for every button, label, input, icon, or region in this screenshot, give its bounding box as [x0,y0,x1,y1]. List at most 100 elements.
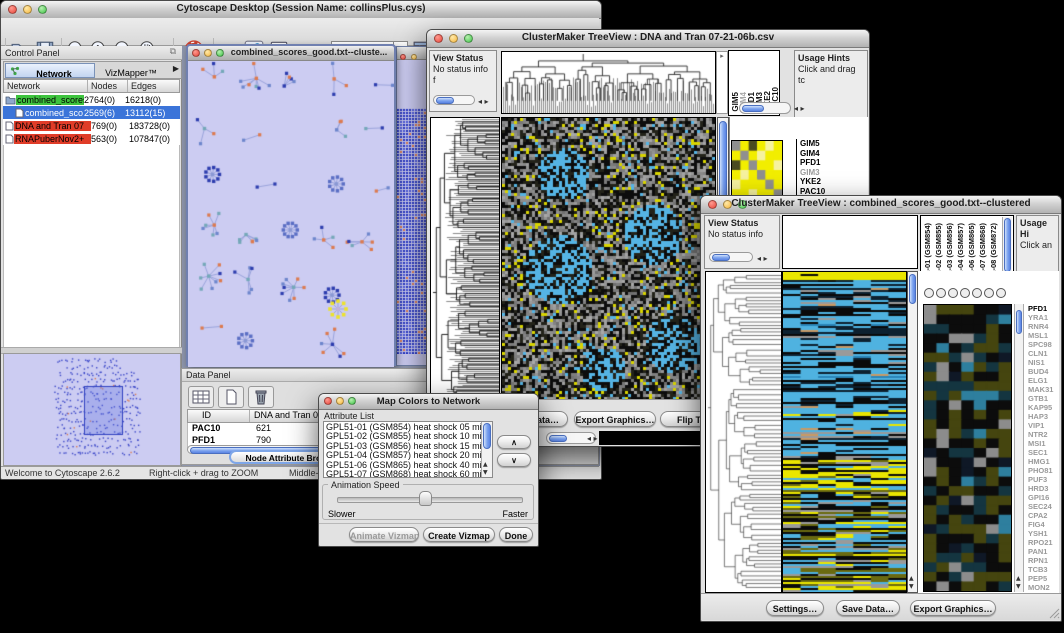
tv2-heatmap-v-scrollbar[interactable]: ▲ ▼ [907,271,918,593]
gene-label[interactable]: ELG1 [1028,376,1058,385]
gene-label[interactable]: KAP95 [1028,403,1058,412]
attribute-list-scrollbar[interactable]: ▲ ▼ [481,422,492,477]
gene-label[interactable]: CPA2 [1028,511,1058,520]
speed-slider-thumb[interactable] [419,491,432,506]
gene-label[interactable]: YSH1 [1028,529,1058,538]
network-view-title-bar[interactable]: combined_scores_good.txt--cluste... [188,46,394,61]
resize-grip[interactable] [1048,607,1060,619]
gene-label[interactable]: GTB1 [1028,394,1058,403]
scroll-up-arrow[interactable]: ▲ [483,461,488,468]
gene-label[interactable]: BUD4 [1028,367,1058,376]
scroll-arrows[interactable]: ◂ ▸ [757,254,768,263]
row-dendrogram-canvas[interactable] [706,272,781,592]
heatmap-canvas[interactable] [783,272,906,592]
column-toggle-icon[interactable] [924,288,934,298]
scroll-arrows[interactable]: ◂ ▸ [794,104,805,113]
column-toggle-icon[interactable] [972,288,982,298]
scroll-up-arrow[interactable]: ▲ [909,575,914,582]
float-panel-icon[interactable]: ⧉ [170,47,176,57]
done-button[interactable]: Done [499,527,533,542]
row-dendrogram-canvas[interactable] [431,118,499,399]
scroll-up-arrow[interactable]: ▲ [1016,575,1021,582]
export-graphics-button[interactable]: Export Graphics… [910,600,996,616]
gene-label[interactable]: RPO21 [1028,538,1058,547]
export-graphics-button[interactable]: Export Graphics… [574,411,656,427]
tv1-global-view-panel[interactable] [599,431,703,445]
dialog-title-bar[interactable]: Map Colors to Network [319,394,538,410]
tab-overflow-arrow[interactable]: ▶ [173,64,179,73]
column-toggle-icon[interactable] [984,288,994,298]
zoom-heatmap-canvas[interactable] [924,305,1011,591]
gene-label[interactable]: SEC1 [1028,448,1058,457]
network-row-rnapuber[interactable]: RNAPuberNov2+ 563(0) 107847(0) [3,132,180,145]
minimize-button[interactable] [204,49,212,57]
gene-label[interactable]: PEP5 [1028,574,1058,583]
gene-label[interactable]: MON2 [1028,583,1058,592]
scroll-arrows[interactable]: ◂ ▸ [478,97,489,106]
gene-label[interactable]: GIM3 [800,168,870,178]
gene-label[interactable]: VIP1 [1028,421,1058,430]
network-row-selected[interactable]: combined_sco 2569(6) 13112(15) [3,106,180,119]
close-button[interactable] [192,49,200,57]
gene-label[interactable]: SEC24 [1028,502,1058,511]
network-row-combined-scores[interactable]: combined_scores 2764(0) 16218(0) [3,93,180,106]
gene-label[interactable]: YRA1 [1028,313,1058,322]
status-scrollbar[interactable] [433,95,475,105]
scroll-arrows[interactable]: ◂ ▸ [587,434,598,443]
gene-label[interactable]: RPN1 [1028,556,1058,565]
network-row-dna-tran[interactable]: DNA and Tran 07 769(0) 183728(0) [3,119,180,132]
zoom-button[interactable] [216,49,224,57]
gene-label[interactable]: RNR4 [1028,322,1058,331]
delete-attribute-icon[interactable] [248,386,274,408]
gene-label[interactable]: PFD1 [800,158,870,168]
column-labels-scrollbar[interactable] [1002,217,1012,275]
column-toggle-icon[interactable] [996,288,1006,298]
gene-label[interactable]: TCB3 [1028,565,1058,574]
attribute-list-item[interactable]: GPL51-07 (GSM868) heat shock 60 min [324,470,480,478]
network-graph-canvas[interactable] [188,61,394,367]
gene-label[interactable]: MSL1 [1028,331,1058,340]
column-toggle-icon[interactable] [960,288,970,298]
gene-label[interactable]: NIS1 [1028,358,1058,367]
tv2-column-dendrogram-panel[interactable] [782,215,918,269]
gene-label[interactable]: SPC98 [1028,340,1058,349]
dense-network-canvas[interactable] [397,108,427,354]
mini-heatmap-canvas[interactable] [732,141,782,199]
settings-button[interactable]: Settings… [766,600,824,616]
status-scrollbar[interactable] [709,252,753,262]
column-toggle-icon[interactable] [936,288,946,298]
gene-label[interactable]: HMG1 [1028,457,1058,466]
gene-label[interactable]: HAP3 [1028,412,1058,421]
gene-label[interactable]: YKE2 [800,177,870,187]
gene-label[interactable]: MAK31 [1028,385,1058,394]
treeview2-title-bar[interactable]: ClusterMaker TreeView : combined_scores_… [701,196,1061,214]
scroll-down-arrow[interactable]: ▼ [909,583,914,590]
minimize-button[interactable] [411,54,417,60]
heatmap-canvas[interactable] [502,118,715,399]
network-overview-canvas[interactable] [4,354,178,463]
gene-label[interactable]: PHO81 [1028,466,1058,475]
gene-label[interactable]: FIG4 [1028,520,1058,529]
gene-label[interactable]: GIM5 [800,139,870,149]
gene-label[interactable]: PFD1 [1028,304,1058,313]
close-button[interactable] [400,54,406,60]
gene-label[interactable]: HRD3 [1028,484,1058,493]
new-attribute-icon[interactable] [218,386,244,408]
gene-list-scrollbar[interactable]: ▲ ▼ [1014,304,1024,592]
column-dendrogram-canvas[interactable] [502,52,715,113]
attribute-listbox[interactable]: GPL51-01 (GSM854) heat shock 05 minGPL51… [323,421,493,478]
tv1-global-h-scrollbar[interactable] [739,102,791,114]
scroll-down-arrow[interactable]: ▼ [1016,583,1021,590]
gene-label[interactable]: NTR2 [1028,430,1058,439]
gene-label[interactable]: MSI1 [1028,439,1058,448]
gene-label[interactable]: GPI16 [1028,493,1058,502]
scroll-down-arrow[interactable]: ▼ [483,469,488,476]
move-up-button[interactable]: ∧ [497,435,531,449]
gene-label[interactable]: PUF3 [1028,475,1058,484]
gene-label[interactable]: PAN1 [1028,547,1058,556]
tab-network[interactable]: Network [5,63,95,78]
tab-vizmapper[interactable]: VizMapper™ [95,63,167,76]
network-table-header[interactable]: Network Nodes Edges [3,79,180,93]
save-data-button[interactable]: Save Data… [836,600,900,616]
column-toggle-icon[interactable] [948,288,958,298]
